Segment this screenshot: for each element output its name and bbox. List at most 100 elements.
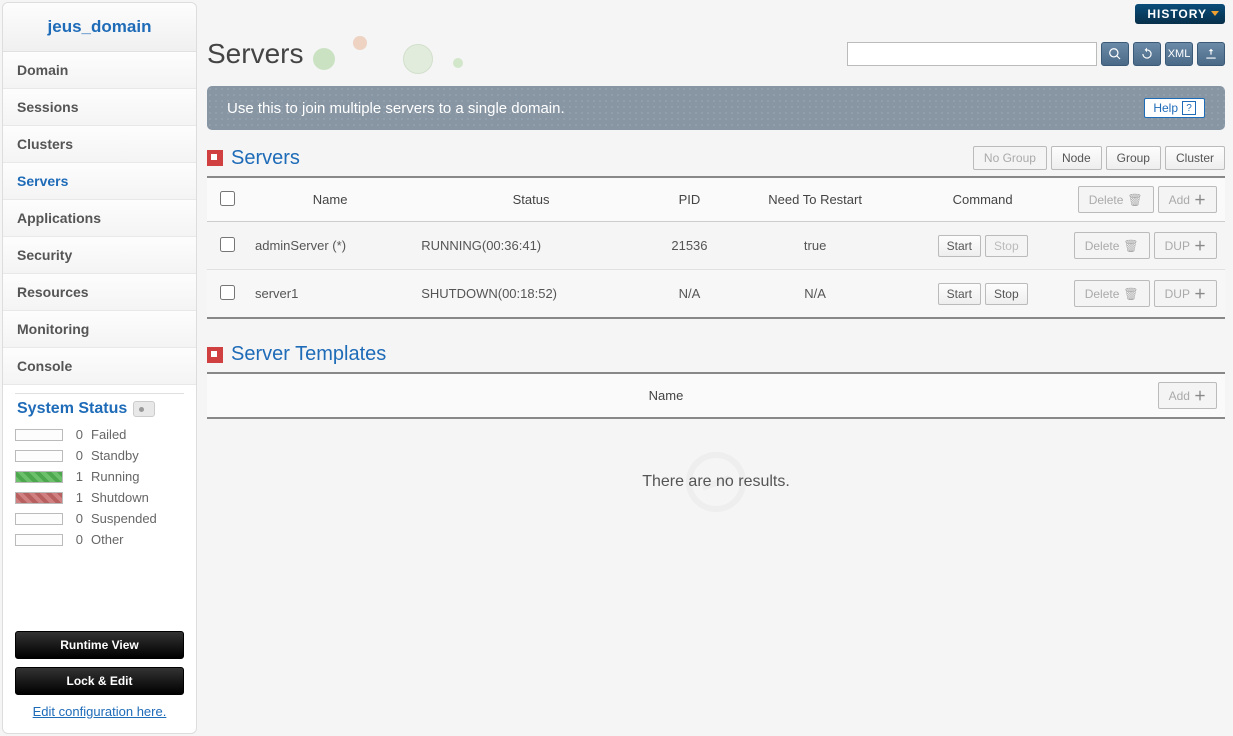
nav-item-console[interactable]: Console	[3, 348, 196, 385]
col-status: Status	[413, 177, 649, 222]
status-row-suspended: 0Suspended	[15, 508, 184, 529]
row-dup-button[interactable]: DUP＋	[1154, 232, 1217, 259]
trash-icon: 🗑	[1127, 193, 1142, 207]
start-button[interactable]: Start	[938, 283, 981, 305]
decorative-bubbles	[313, 34, 513, 74]
cell-restart: true	[730, 222, 900, 270]
status-count: 1	[71, 469, 83, 484]
main-content: HISTORY Servers XML Use t	[199, 0, 1233, 736]
header-delete-button[interactable]: Delete🗑	[1078, 186, 1154, 213]
status-row-running: 1 Running	[15, 466, 184, 487]
row-delete-button[interactable]: Delete🗑	[1074, 232, 1150, 259]
view-no-group-button[interactable]: No Group	[973, 146, 1047, 170]
row-checkbox[interactable]	[220, 285, 235, 300]
cell-name: adminServer (*)	[247, 222, 413, 270]
status-toggle-icon[interactable]	[133, 401, 155, 417]
servers-section-header: Servers No Group Node Group Cluster	[207, 146, 1225, 170]
status-bar	[15, 471, 63, 483]
stop-button[interactable]: Stop	[985, 283, 1028, 305]
system-status-label: System Status	[17, 400, 127, 418]
status-label: Failed	[91, 427, 126, 442]
status-label: Running	[91, 469, 139, 484]
status-bar	[15, 513, 63, 525]
servers-table: Name Status PID Need To Restart Command …	[207, 176, 1225, 319]
status-count: 0	[71, 511, 83, 526]
status-count: 1	[71, 490, 83, 505]
nav-item-domain[interactable]: Domain	[3, 52, 196, 89]
search-input[interactable]	[847, 42, 1097, 66]
view-group-button[interactable]: Group	[1106, 146, 1161, 170]
refresh-icon[interactable]	[1133, 42, 1161, 66]
status-label: Other	[91, 532, 124, 547]
plus-icon: ＋	[1194, 191, 1206, 208]
status-label: Standby	[91, 448, 139, 463]
col-command: Command	[900, 177, 1065, 222]
plus-icon: ＋	[1194, 237, 1206, 254]
col-name: Name	[247, 177, 413, 222]
trash-icon: 🗑	[1123, 239, 1138, 253]
cell-restart: N/A	[730, 270, 900, 319]
header-add-button[interactable]: Add＋	[1158, 186, 1217, 213]
status-row-other: 0 Other	[15, 529, 184, 550]
xml-icon[interactable]: XML	[1165, 42, 1193, 66]
help-button[interactable]: Help ?	[1144, 98, 1205, 118]
status-bar	[15, 492, 63, 504]
runtime-view-button[interactable]: Runtime View	[15, 631, 184, 659]
section-icon	[207, 150, 223, 166]
system-status-panel: System Status 0 Failed 0 Standby 1 Running 1 Sh…	[3, 385, 196, 558]
col-restart: Need To Restart	[730, 177, 900, 222]
nav-item-resources[interactable]: Resources	[3, 274, 196, 311]
trash-icon: 🗑	[1123, 287, 1138, 301]
templates-add-button[interactable]: Add＋	[1158, 382, 1217, 409]
help-label: Help	[1153, 101, 1178, 115]
info-bar: Use this to join multiple servers to a s…	[207, 86, 1225, 130]
status-label: Shutdown	[91, 490, 149, 505]
templates-empty-state: There are no results.	[207, 443, 1225, 521]
row-checkbox[interactable]	[220, 237, 235, 252]
cell-pid: 21536	[649, 222, 730, 270]
status-bar	[15, 450, 63, 462]
view-node-button[interactable]: Node	[1051, 146, 1102, 170]
row-delete-button[interactable]: Delete🗑	[1074, 280, 1150, 307]
templates-section-title: Server Templates	[231, 343, 386, 366]
view-cluster-button[interactable]: Cluster	[1165, 146, 1225, 170]
search-bar: XML	[847, 42, 1225, 66]
table-row: adminServer (*)RUNNING(00:36:41)21536tru…	[207, 222, 1225, 270]
status-bar	[15, 534, 63, 546]
page-header: Servers XML	[207, 32, 1225, 76]
col-pid: PID	[649, 177, 730, 222]
servers-section-title: Servers	[231, 147, 300, 170]
search-icon[interactable]	[1101, 42, 1129, 66]
export-icon[interactable]	[1197, 42, 1225, 66]
status-bar	[15, 429, 63, 441]
lock-edit-button[interactable]: Lock & Edit	[15, 667, 184, 695]
table-row: server1SHUTDOWN(00:18:52)N/AN/AStartStop…	[207, 270, 1225, 319]
start-button[interactable]: Start	[938, 235, 981, 257]
cell-status: RUNNING(00:36:41)	[413, 222, 649, 270]
nav-item-servers[interactable]: Servers	[3, 163, 196, 200]
stop-button[interactable]: Stop	[985, 235, 1028, 257]
edit-configuration-link[interactable]: Edit configuration here.	[15, 703, 184, 721]
plus-icon: ＋	[1194, 387, 1206, 404]
nav-item-sessions[interactable]: Sessions	[3, 89, 196, 126]
row-dup-button[interactable]: DUP＋	[1154, 280, 1217, 307]
nav-item-applications[interactable]: Applications	[3, 200, 196, 237]
plus-icon: ＋	[1194, 285, 1206, 302]
section-icon	[207, 347, 223, 363]
info-text: Use this to join multiple servers to a s…	[227, 100, 1144, 117]
templates-table: Name Add＋	[207, 372, 1225, 419]
status-count: 0	[71, 532, 83, 547]
nav-item-security[interactable]: Security	[3, 237, 196, 274]
history-button[interactable]: HISTORY	[1135, 4, 1225, 24]
cell-status: SHUTDOWN(00:18:52)	[413, 270, 649, 319]
cell-pid: N/A	[649, 270, 730, 319]
tpl-col-name: Name	[207, 373, 1125, 418]
nav-item-clusters[interactable]: Clusters	[3, 126, 196, 163]
status-count: 0	[71, 448, 83, 463]
status-row-standby: 0 Standby	[15, 445, 184, 466]
select-all-checkbox[interactable]	[220, 191, 235, 206]
topbar: HISTORY	[207, 0, 1225, 32]
cell-name: server1	[247, 270, 413, 319]
nav-item-monitoring[interactable]: Monitoring	[3, 311, 196, 348]
sidebar: jeus_domain DomainSessionsClustersServer…	[2, 2, 197, 734]
